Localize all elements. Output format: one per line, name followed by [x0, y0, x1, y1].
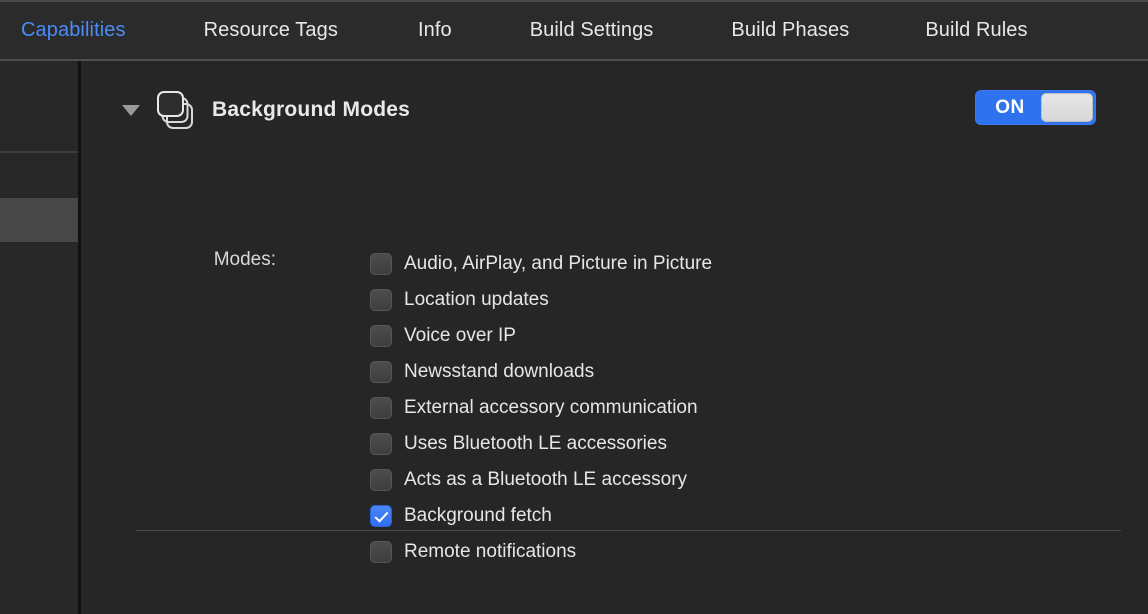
mode-label: Audio, AirPlay, and Picture in Picture	[404, 253, 713, 274]
mode-row-external-accessory-communication[interactable]: External accessory communication	[370, 390, 712, 426]
sidebar-item-selected[interactable]	[0, 198, 78, 242]
tab-capabilities[interactable]: Capabilities	[21, 19, 126, 42]
mode-row-uses-bluetooth-le-accessories[interactable]: Uses Bluetooth LE accessories	[370, 426, 712, 462]
checkbox-icon[interactable]	[370, 289, 392, 311]
capability-title: Background Modes	[212, 98, 411, 121]
checkbox-icon[interactable]	[370, 433, 392, 455]
capability-toggle-knob[interactable]	[1041, 93, 1093, 122]
sidebar-divider	[0, 151, 78, 153]
checkbox-icon[interactable]	[370, 325, 392, 347]
mode-row-location-updates[interactable]: Location updates	[370, 282, 712, 318]
checkbox-checked-icon[interactable]	[370, 505, 392, 527]
mode-row-audio-airplay-picture-in-picture[interactable]: Audio, AirPlay, and Picture in Picture	[370, 246, 712, 282]
mode-label: Newsstand downloads	[404, 361, 595, 382]
mode-label: Remote notifications	[404, 541, 577, 562]
capability-toggle-switch[interactable]: ON	[975, 90, 1096, 125]
mode-row-voice-over-ip[interactable]: Voice over IP	[370, 318, 712, 354]
capability-detail-pane: Background Modes ON Modes: Audio, AirPla…	[81, 61, 1148, 614]
tab-info[interactable]: Info	[418, 19, 452, 42]
capability-header: Background Modes	[122, 87, 410, 133]
capability-toggle-label: ON	[995, 96, 1025, 118]
tab-build-settings[interactable]: Build Settings	[530, 19, 654, 42]
disclosure-triangle-icon[interactable]	[122, 104, 140, 116]
mode-row-acts-as-a-bluetooth-le-accessory[interactable]: Acts as a Bluetooth LE accessory	[370, 462, 712, 498]
layered-cards-icon	[154, 88, 200, 132]
mode-label: Location updates	[404, 289, 549, 310]
tab-build-rules[interactable]: Build Rules	[925, 19, 1027, 42]
section-divider	[136, 530, 1121, 531]
tab-resource-tags[interactable]: Resource Tags	[204, 19, 338, 42]
checkbox-icon[interactable]	[370, 253, 392, 275]
mode-label: External accessory communication	[404, 397, 698, 418]
capabilities-editor: Capabilities Resource Tags Info Build Se…	[0, 0, 1148, 614]
mode-row-background-fetch[interactable]: Background fetch	[370, 498, 712, 534]
checkbox-icon[interactable]	[370, 397, 392, 419]
mode-label: Background fetch	[404, 505, 552, 526]
mode-label: Uses Bluetooth LE accessories	[404, 433, 667, 454]
checkbox-icon[interactable]	[370, 361, 392, 383]
mode-label: Acts as a Bluetooth LE accessory	[404, 469, 688, 490]
mode-label: Voice over IP	[404, 325, 516, 346]
mode-row-remote-notifications[interactable]: Remote notifications	[370, 534, 712, 570]
editor-tab-bar: Capabilities Resource Tags Info Build Se…	[0, 0, 1148, 61]
tab-build-phases[interactable]: Build Phases	[731, 19, 849, 42]
modes-label: Modes:	[213, 249, 276, 270]
checkbox-icon[interactable]	[370, 469, 392, 491]
project-navigator-sidebar[interactable]	[0, 61, 78, 614]
modes-checkbox-list: Audio, AirPlay, and Picture in Picture L…	[370, 246, 712, 570]
mode-row-newsstand-downloads[interactable]: Newsstand downloads	[370, 354, 712, 390]
checkbox-icon[interactable]	[370, 541, 392, 563]
